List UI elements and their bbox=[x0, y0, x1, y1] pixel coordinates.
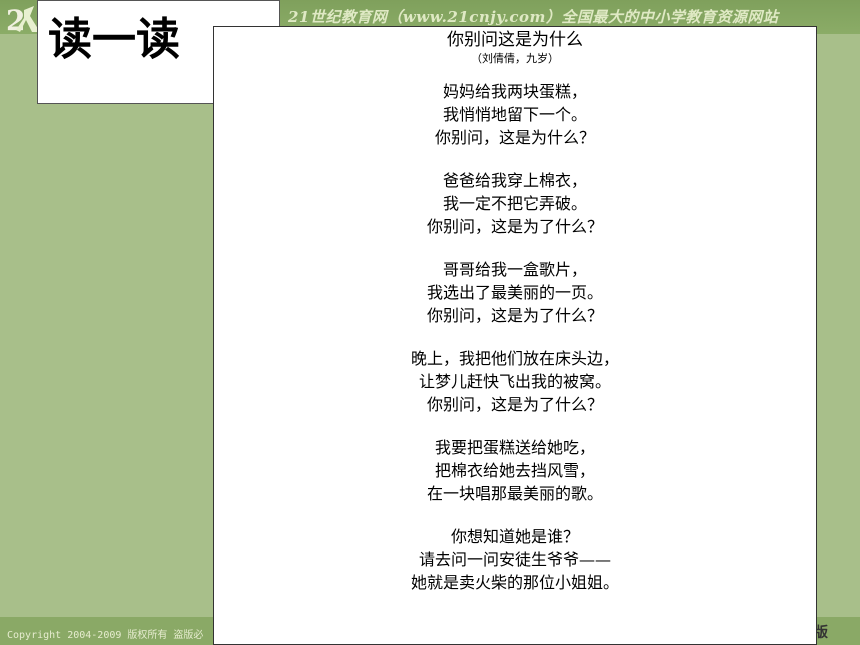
poem-author: （刘倩倩，九岁） bbox=[471, 52, 559, 65]
poem-line: 把棉衣给她去挡风雪， bbox=[434, 461, 595, 480]
poem-line: 你别问，这是为什么？ bbox=[434, 128, 595, 147]
poem-title: 你别问这是为什么 bbox=[447, 30, 583, 50]
poem-stanza: 你想知道她是谁？ 请去问一问安徒生爷爷—— 她就是卖火柴的那位小姐姐。 bbox=[214, 525, 816, 594]
poem-line: 你别问，这是为了什么？ bbox=[426, 217, 603, 236]
poem-stanza: 我要把蛋糕送给她吃， 把棉衣给她去挡风雪， 在一块唱那最美丽的歌。 bbox=[214, 436, 816, 505]
poem-stanza: 晚上，我把他们放在床头边， 让梦儿赶快飞出我的被窝。 你别问，这是为了什么？ bbox=[214, 347, 816, 416]
poem-line: 她就是卖火柴的那位小姐姐。 bbox=[410, 573, 619, 592]
poem-stanzas: 妈妈给我两块蛋糕， 我悄悄地留下一个。 你别问，这是为什么？ 爸爸给我穿上棉衣， 我一定… bbox=[214, 80, 816, 594]
copyright-text: Copyright 2004-2009 版权所有 盗版必 bbox=[7, 630, 204, 641]
poem-line: 让梦儿赶快飞出我的被窝。 bbox=[418, 372, 611, 391]
poem-stanza: 爸爸给我穿上棉衣， 我一定不把它弄破。 你别问，这是为了什么？ bbox=[214, 169, 816, 238]
svg-text:2: 2 bbox=[6, 4, 25, 36]
poem-line: 哥哥给我一盒歌片， bbox=[442, 260, 587, 279]
poem-line: 晚上，我把他们放在床头边， bbox=[410, 349, 619, 368]
poem-line: 在一块唱那最美丽的歌。 bbox=[426, 484, 603, 503]
site-header-text: 21世纪教育网（www.21cnjy.com）全国最大的中小学教育资源网站 bbox=[288, 8, 779, 26]
page-title: 读一读 bbox=[48, 14, 180, 65]
poem-line: 我选出了最美丽的一页。 bbox=[426, 283, 603, 302]
poem-line: 我一定不把它弄破。 bbox=[442, 194, 587, 213]
poem-line: 你想知道她是谁？ bbox=[450, 527, 579, 546]
poem-line: 我要把蛋糕送给她吃， bbox=[434, 438, 595, 457]
poem-stanza: 哥哥给我一盒歌片， 我选出了最美丽的一页。 你别问，这是为了什么？ bbox=[214, 258, 816, 327]
poem-line: 我悄悄地留下一个。 bbox=[442, 105, 587, 124]
poem-line: 你别问，这是为了什么？ bbox=[426, 306, 603, 325]
poem-line: 请去问一问安徒生爷爷—— bbox=[418, 550, 611, 569]
poem-line: 爸爸给我穿上棉衣， bbox=[442, 171, 587, 190]
poem-box: 你别问这是为什么 （刘倩倩，九岁） 妈妈给我两块蛋糕， 我悄悄地留下一个。 你别问，… bbox=[213, 26, 817, 645]
poem-line: 你别问，这是为了什么？ bbox=[426, 395, 603, 414]
poem-line: 妈妈给我两块蛋糕， bbox=[442, 82, 587, 101]
poem-stanza: 妈妈给我两块蛋糕， 我悄悄地留下一个。 你别问，这是为什么？ bbox=[214, 80, 816, 149]
